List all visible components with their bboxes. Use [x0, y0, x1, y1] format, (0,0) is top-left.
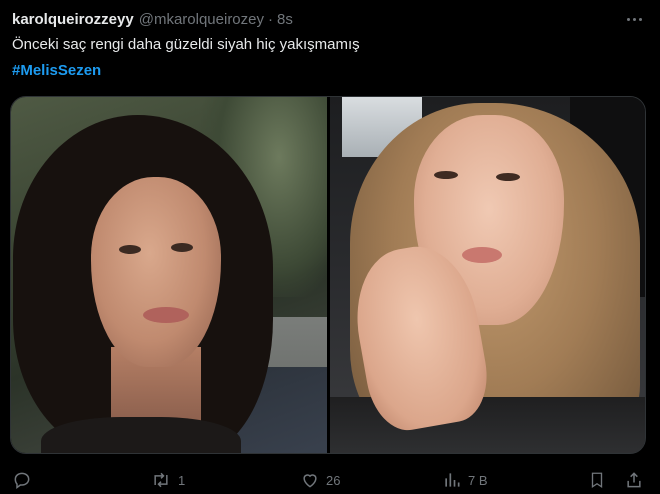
user-handle[interactable]: @mkarolqueirozey	[139, 11, 264, 28]
display-name[interactable]: karolqueirozzeyy	[12, 11, 134, 28]
like-count: 26	[326, 472, 341, 488]
views-count: 7 B	[468, 472, 488, 488]
separator-dot: ·	[268, 10, 273, 28]
share-icon	[627, 472, 641, 488]
media-grid	[10, 96, 646, 454]
share-button[interactable]	[624, 470, 644, 490]
tweet-text: Önceki saç rengi daha güzeldi siyah hiç …	[12, 36, 360, 53]
retweet-button[interactable]: 1	[150, 470, 185, 490]
like-icon	[303, 474, 317, 488]
retweet-icon	[154, 472, 168, 488]
timestamp[interactable]: 8s	[277, 11, 293, 28]
reply-button[interactable]	[12, 470, 38, 490]
tweet-header: karolqueirozzeyy @mkarolqueirozey · 8s	[12, 8, 648, 30]
photo-left[interactable]	[11, 97, 327, 453]
bookmark-icon	[591, 472, 603, 489]
photo-right[interactable]	[329, 97, 645, 453]
views-button[interactable]: 7 B	[442, 470, 488, 490]
bookmark-button[interactable]	[588, 470, 606, 490]
tweet[interactable]: karolqueirozzeyy @mkarolqueirozey · 8s Ö…	[0, 0, 660, 494]
retweet-count: 1	[178, 472, 186, 488]
more-icon[interactable]	[624, 10, 644, 28]
action-bar: 1 26 7 B	[0, 470, 660, 494]
reply-icon	[14, 472, 30, 489]
like-button[interactable]: 26	[300, 470, 340, 490]
hashtag-link[interactable]: #MelisSezen	[12, 61, 101, 81]
views-icon	[445, 473, 460, 487]
